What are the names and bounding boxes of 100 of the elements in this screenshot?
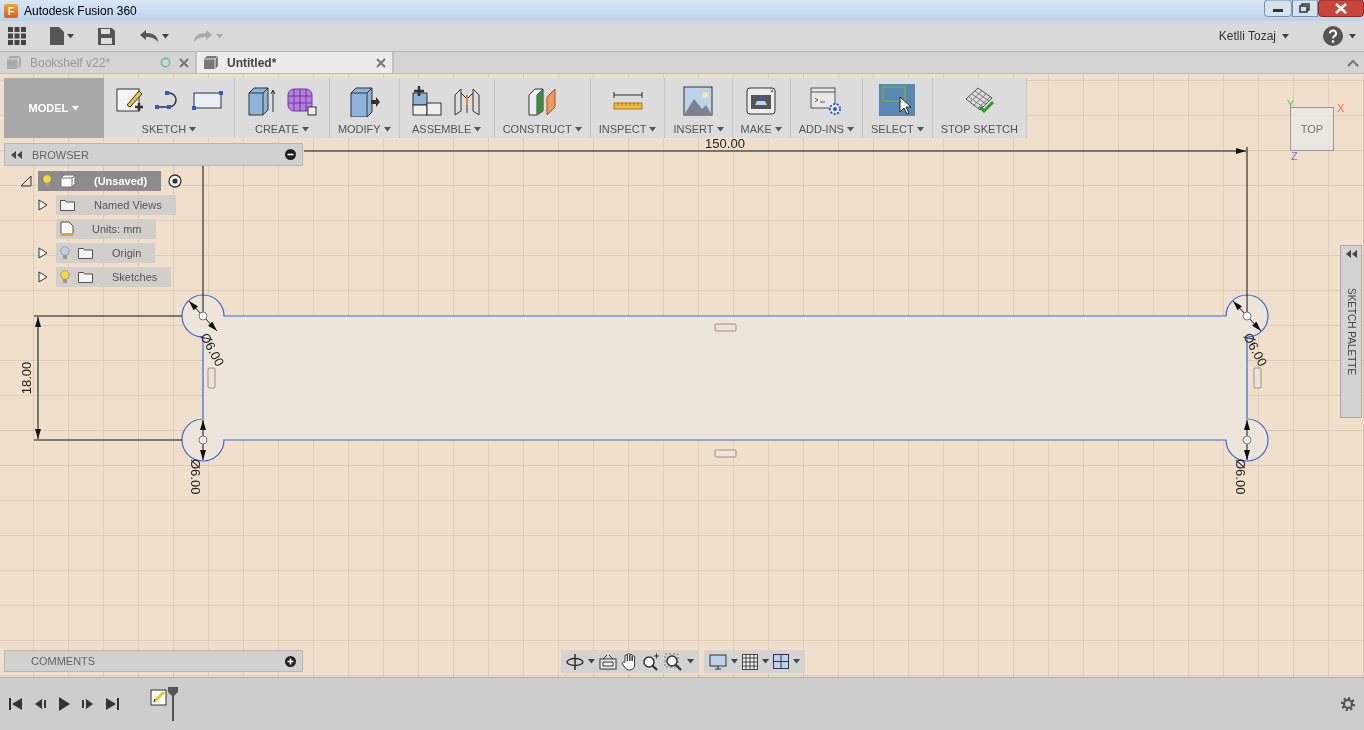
3d-printer-icon[interactable] <box>745 85 778 117</box>
sketch-feature-icon[interactable] <box>150 687 168 707</box>
camera-icon[interactable] <box>599 653 617 670</box>
browser-header[interactable]: BROWSER <box>4 143 303 166</box>
tree-item[interactable]: (Unsaved) <box>38 171 162 191</box>
toolbar-group[interactable]: INSERT <box>665 78 733 138</box>
toolbar-group[interactable]: MAKE <box>732 78 791 138</box>
tree-item[interactable]: Named Views <box>56 195 176 215</box>
caret-icon[interactable] <box>588 659 595 664</box>
undo-icon[interactable] <box>139 29 159 43</box>
document-tab[interactable]: Untitled* <box>197 52 394 73</box>
grid-icon[interactable] <box>742 653 758 670</box>
viewports-icon[interactable] <box>773 654 789 669</box>
tree-item[interactable]: Units: mm <box>56 219 156 239</box>
caret-icon[interactable] <box>762 659 769 664</box>
script-gear-icon[interactable] <box>809 85 844 117</box>
skip-to-end-icon[interactable] <box>104 696 120 712</box>
dimension-line[interactable] <box>35 316 41 440</box>
diameter-leader[interactable] <box>188 300 218 332</box>
play-icon[interactable] <box>56 696 72 712</box>
expanded-arrow-icon[interactable] <box>20 175 32 187</box>
app-grid-icon[interactable] <box>8 27 26 45</box>
caret-icon[interactable] <box>383 126 391 132</box>
component-icon[interactable] <box>410 85 443 117</box>
dimension-label[interactable]: 150.00 <box>705 136 745 151</box>
minus-circle-icon[interactable] <box>285 149 296 160</box>
image-icon[interactable] <box>682 85 715 117</box>
caret-icon[interactable] <box>793 659 800 664</box>
help-icon[interactable] <box>1323 26 1343 46</box>
tab-label[interactable]: Untitled* <box>227 55 368 70</box>
minimize-button[interactable] <box>1264 0 1292 17</box>
form-cube-icon[interactable] <box>285 85 318 117</box>
diameter-leader[interactable] <box>1244 419 1250 461</box>
press-pull-icon[interactable] <box>347 85 382 117</box>
diameter-leader[interactable] <box>1232 300 1262 332</box>
pan-hand-icon[interactable] <box>621 652 638 671</box>
comments-header[interactable]: COMMENTS <box>4 650 303 672</box>
light-bulb-icon[interactable] <box>42 174 52 188</box>
caret-icon[interactable] <box>1349 33 1356 39</box>
toolbar-group[interactable]: INSPECT <box>590 78 666 138</box>
toolbar-group[interactable]: ADD-INS <box>790 78 863 138</box>
save-icon[interactable] <box>98 27 115 45</box>
activate-radio-icon[interactable] <box>167 173 184 189</box>
caret-icon[interactable] <box>716 126 724 132</box>
caret-icon[interactable] <box>916 126 924 132</box>
collapse-panel-icon[interactable] <box>11 150 22 159</box>
caret-icon[interactable] <box>1282 33 1289 39</box>
caret-icon[interactable] <box>846 126 854 132</box>
tree-item[interactable]: Origin <box>56 243 156 263</box>
sketch-palette-tab[interactable]: SKETCH PALETTE <box>1340 245 1362 418</box>
monitor-icon[interactable] <box>709 653 727 670</box>
close-icon[interactable] <box>376 57 386 68</box>
caret-icon[interactable] <box>774 126 782 132</box>
toolbar-group[interactable]: SKETCH <box>103 78 235 138</box>
caret-icon[interactable] <box>67 33 74 39</box>
collapsed-arrow-icon[interactable] <box>38 247 48 259</box>
toolbar-group[interactable]: STOP SKETCH <box>932 78 1027 138</box>
settings-icon[interactable] <box>1340 696 1356 712</box>
caret-icon[interactable] <box>731 659 738 664</box>
diameter-leader[interactable] <box>200 419 206 461</box>
cube-face[interactable]: TOP <box>1290 107 1334 151</box>
select-cursor-icon[interactable] <box>882 85 913 115</box>
zoom-icon[interactable] <box>642 652 660 671</box>
collapsed-arrow-icon[interactable] <box>38 271 48 283</box>
caret-icon[interactable] <box>649 126 657 132</box>
caret-icon[interactable] <box>474 126 482 132</box>
user-menu[interactable]: Ketlli Tozaj <box>1218 29 1276 43</box>
close-icon[interactable] <box>179 57 189 68</box>
sketch-point[interactable] <box>198 311 208 321</box>
sketch-point[interactable] <box>1242 311 1252 321</box>
tree-item[interactable]: Sketches <box>56 267 172 287</box>
toolbar-group[interactable]: SELECT <box>862 78 933 138</box>
sketch-pencil-icon[interactable] <box>114 85 145 115</box>
dimension-label[interactable]: Ø6.00 <box>1233 459 1248 495</box>
collapsed-arrow-icon[interactable] <box>38 199 48 211</box>
toolbar-group[interactable]: ASSEMBLE <box>399 78 495 138</box>
document-ruler-icon <box>60 221 74 237</box>
caret-icon[interactable] <box>189 126 197 132</box>
add-circle-icon[interactable] <box>285 655 296 667</box>
restore-button[interactable] <box>1292 0 1318 17</box>
toolbar-group[interactable]: CREATE <box>234 78 330 138</box>
caret-icon[interactable] <box>574 126 582 132</box>
dimension-label[interactable]: 18.00 <box>19 361 34 395</box>
expand-panel-icon[interactable] <box>1345 250 1357 258</box>
toolbar-group[interactable]: CONSTRUCT <box>494 78 591 138</box>
box-extrude-icon[interactable] <box>245 85 278 117</box>
caret-icon[interactable] <box>162 33 169 39</box>
dimension-label[interactable]: Ø6.00 <box>188 459 203 495</box>
zoom-window-icon[interactable] <box>664 652 683 671</box>
close-button[interactable] <box>1318 0 1364 17</box>
sketch-point[interactable] <box>1242 435 1252 445</box>
caret-icon[interactable] <box>687 659 694 664</box>
file-icon[interactable] <box>50 27 64 45</box>
caret-icon[interactable] <box>301 126 309 132</box>
cube-icon <box>6 55 22 70</box>
orbit-icon[interactable] <box>566 652 584 671</box>
skip-to-start-icon[interactable] <box>8 696 24 712</box>
toolbar-group[interactable]: MODIFY <box>329 78 400 138</box>
timeline-marker[interactable] <box>168 687 178 721</box>
sketch-point[interactable] <box>198 435 208 445</box>
